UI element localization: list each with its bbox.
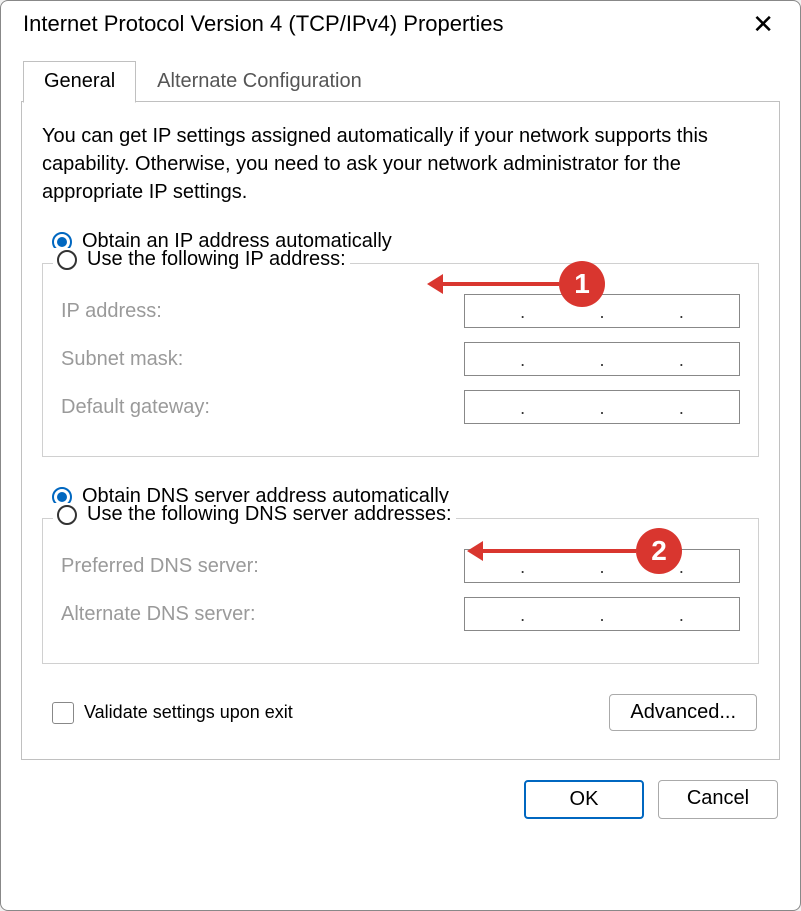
- ok-button[interactable]: OK: [524, 780, 644, 819]
- radio-icon: [57, 250, 77, 270]
- dns-manual-group: Use the following DNS server addresses: …: [42, 518, 759, 664]
- titlebar: Internet Protocol Version 4 (TCP/IPv4) P…: [1, 1, 800, 43]
- radio-ip-manual[interactable]: Use the following IP address:: [53, 248, 350, 271]
- cancel-button[interactable]: Cancel: [658, 780, 778, 819]
- radio-icon: [57, 505, 77, 525]
- footer-buttons: OK Cancel: [1, 760, 800, 839]
- tab-content: You can get IP settings assigned automat…: [21, 101, 780, 760]
- preferred-dns-label: Preferred DNS server:: [61, 555, 259, 578]
- radio-dns-manual-label: Use the following DNS server addresses:: [87, 503, 452, 526]
- tab-general[interactable]: General: [23, 61, 136, 103]
- radio-dns-manual[interactable]: Use the following DNS server addresses:: [53, 503, 456, 526]
- close-icon[interactable]: ✕: [744, 11, 782, 37]
- checkbox-icon: [52, 702, 74, 724]
- ip-address-input[interactable]: ...: [464, 294, 740, 328]
- subnet-mask-input[interactable]: ...: [464, 342, 740, 376]
- tab-strip: General Alternate Configuration: [23, 61, 800, 102]
- alternate-dns-label: Alternate DNS server:: [61, 603, 256, 626]
- preferred-dns-input[interactable]: ...: [464, 549, 740, 583]
- validate-checkbox-row[interactable]: Validate settings upon exit: [52, 702, 293, 724]
- subnet-mask-label: Subnet mask:: [61, 348, 183, 371]
- ip-manual-group: Use the following IP address: IP address…: [42, 263, 759, 457]
- default-gateway-input[interactable]: ...: [464, 390, 740, 424]
- radio-ip-manual-label: Use the following IP address:: [87, 248, 346, 271]
- tab-alternate[interactable]: Alternate Configuration: [136, 61, 383, 102]
- ip-address-label: IP address:: [61, 300, 162, 323]
- default-gateway-label: Default gateway:: [61, 396, 210, 419]
- advanced-button[interactable]: Advanced...: [609, 694, 757, 731]
- alternate-dns-input[interactable]: ...: [464, 597, 740, 631]
- validate-label: Validate settings upon exit: [84, 702, 293, 723]
- window-title: Internet Protocol Version 4 (TCP/IPv4) P…: [23, 11, 504, 37]
- properties-dialog: Internet Protocol Version 4 (TCP/IPv4) P…: [0, 0, 801, 911]
- description-text: You can get IP settings assigned automat…: [42, 122, 759, 206]
